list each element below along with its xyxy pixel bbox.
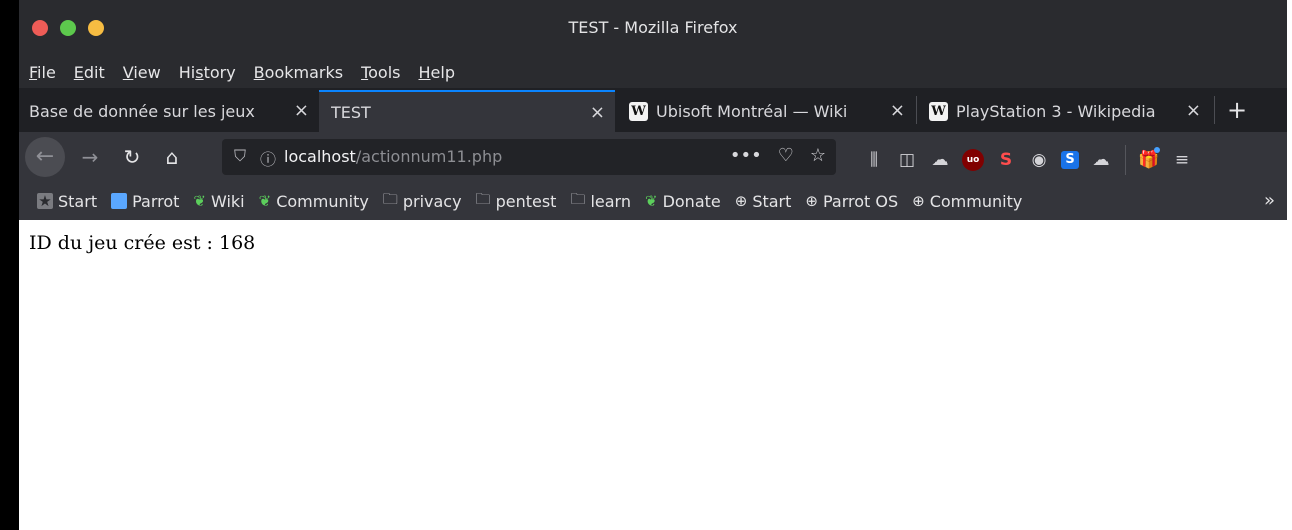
tab-label: Ubisoft Montréal — Wiki bbox=[656, 101, 848, 121]
menu-view[interactable]: View bbox=[123, 63, 161, 82]
close-tab-icon[interactable]: × bbox=[590, 102, 605, 123]
parrot-icon bbox=[111, 193, 128, 209]
arrow-right-icon: → bbox=[81, 145, 99, 169]
leaf-icon: ❦ bbox=[193, 192, 206, 210]
site-info-icon[interactable]: ⓘ bbox=[260, 146, 276, 170]
page-content: ID du jeu crée est : 168 bbox=[19, 220, 1287, 530]
library-icon[interactable]: ⫼ bbox=[863, 149, 885, 171]
navigation-toolbar: ← → ↻ ⌂ ⛉ ⓘ localhost/actionnum11.php ••… bbox=[19, 132, 1287, 182]
leaf-icon: ❦ bbox=[644, 192, 658, 210]
bookmark-wiki[interactable]: ❦ Wiki bbox=[193, 192, 244, 211]
extension-s-blue-icon[interactable]: S bbox=[1061, 151, 1079, 169]
bookmark-community[interactable]: ❦ Community bbox=[259, 192, 369, 211]
home-button[interactable]: ⌂ bbox=[157, 141, 187, 173]
globe-icon: ⊕ bbox=[734, 192, 748, 210]
tracking-shield-icon[interactable]: ⛉ bbox=[234, 146, 246, 166]
tab-separator bbox=[916, 96, 917, 124]
tab-separator bbox=[1214, 96, 1215, 124]
page-text: ID du jeu crée est : 168 bbox=[29, 232, 256, 254]
back-button[interactable]: ← bbox=[25, 137, 65, 177]
wikipedia-icon: W bbox=[929, 101, 948, 121]
browser-window: TEST - Mozilla Firefox File Edit View Hi… bbox=[19, 0, 1287, 530]
page-actions-icon[interactable]: ••• bbox=[730, 145, 762, 166]
url-host: localhost bbox=[284, 147, 356, 166]
bookmarks-overflow-chevron-icon[interactable]: » bbox=[1264, 190, 1275, 211]
bookmark-start-2[interactable]: ⊕ Start bbox=[735, 192, 792, 211]
bookmark-parrot-os[interactable]: ⊕ Parrot OS bbox=[805, 192, 898, 211]
bookmark-community-2[interactable]: ⊕ Community bbox=[912, 192, 1022, 211]
window-title: TEST - Mozilla Firefox bbox=[568, 18, 738, 37]
whats-new-gift-icon[interactable]: 🎁 bbox=[1138, 147, 1160, 171]
extension-mask-icon[interactable]: ☁ bbox=[929, 149, 951, 171]
bookmark-donate[interactable]: ❦ Donate bbox=[645, 192, 721, 211]
tab-label: Base de donnée sur les jeux bbox=[29, 101, 255, 121]
folder-icon: 🗀 bbox=[382, 189, 398, 208]
tab-strip: Base de donnée sur les jeux × TEST × W U… bbox=[19, 88, 1287, 132]
close-tab-icon[interactable]: × bbox=[1186, 100, 1201, 121]
url-bar[interactable]: ⛉ ⓘ localhost/actionnum11.php ••• ♡ ☆ bbox=[222, 139, 836, 175]
menu-bookmarks[interactable]: Bookmarks bbox=[254, 63, 343, 82]
bookmark-parrot[interactable]: Parrot bbox=[111, 192, 179, 211]
menu-tools[interactable]: Tools bbox=[361, 63, 400, 82]
desktop-edge bbox=[0, 0, 19, 530]
toolbar-icons: ⫼ ◫ ☁ uo S ◉ S ☁ 🎁 ≡ bbox=[863, 145, 1204, 175]
bookmark-folder-privacy[interactable]: 🗀 privacy bbox=[383, 189, 462, 214]
forward-button[interactable]: → bbox=[75, 141, 105, 173]
extension-circle-icon[interactable]: ◉ bbox=[1028, 149, 1050, 171]
bookmark-folder-pentest[interactable]: 🗀 pentest bbox=[476, 189, 557, 214]
reload-icon: ↻ bbox=[123, 145, 141, 169]
tab-label: PlayStation 3 - Wikipedia bbox=[956, 101, 1156, 121]
notification-dot bbox=[1154, 147, 1160, 153]
toolbar-separator bbox=[1125, 145, 1126, 175]
tab-base-de-donnee[interactable]: Base de donnée sur les jeux × bbox=[19, 90, 319, 132]
folder-icon: 🗀 bbox=[570, 189, 586, 208]
globe-icon: ⊕ bbox=[805, 192, 818, 210]
arrow-left-icon: ← bbox=[35, 144, 55, 169]
desktop-edge-right bbox=[1287, 0, 1292, 530]
globe-icon: ⊕ bbox=[912, 192, 925, 210]
menu-bar: File Edit View History Bookmarks Tools H… bbox=[19, 56, 1287, 88]
extension-mask-2-icon[interactable]: ☁ bbox=[1090, 149, 1112, 171]
home-icon: ⌂ bbox=[165, 145, 179, 169]
tab-ubisoft-montreal[interactable]: W Ubisoft Montréal — Wiki × bbox=[619, 90, 915, 132]
folder-icon: 🗀 bbox=[475, 189, 491, 208]
bookmark-folder-learn[interactable]: 🗀 learn bbox=[570, 189, 631, 214]
bookmark-star-icon[interactable]: ☆ bbox=[810, 145, 826, 166]
bookmarks-toolbar: ★ Start Parrot ❦ Wiki ❦ Community 🗀 privacy … bbox=[19, 182, 1287, 220]
leaf-icon: ❦ bbox=[258, 192, 272, 210]
extension-s-red-icon[interactable]: S bbox=[995, 149, 1017, 171]
title-bar: TEST - Mozilla Firefox bbox=[19, 0, 1287, 56]
sidebar-icon[interactable]: ◫ bbox=[896, 149, 918, 171]
star-box-icon: ★ bbox=[37, 192, 53, 210]
tab-playstation-3[interactable]: W PlayStation 3 - Wikipedia × bbox=[919, 90, 1211, 132]
tab-test-active[interactable]: TEST × bbox=[319, 90, 615, 132]
close-tab-icon[interactable]: × bbox=[294, 100, 309, 121]
close-tab-icon[interactable]: × bbox=[890, 100, 905, 121]
reload-button[interactable]: ↻ bbox=[117, 141, 147, 173]
menu-edit[interactable]: Edit bbox=[74, 63, 105, 82]
bookmark-start[interactable]: ★ Start bbox=[37, 192, 97, 211]
hamburger-menu-icon[interactable]: ≡ bbox=[1171, 149, 1193, 171]
url-text[interactable]: localhost/actionnum11.php bbox=[284, 147, 502, 166]
new-tab-button[interactable]: + bbox=[1222, 90, 1252, 132]
tab-label: TEST bbox=[331, 102, 371, 122]
menu-help[interactable]: Help bbox=[419, 63, 455, 82]
url-path: /actionnum11.php bbox=[355, 147, 503, 166]
pocket-icon[interactable]: ♡ bbox=[778, 145, 794, 166]
ublock-origin-icon[interactable]: uo bbox=[962, 149, 984, 171]
menu-file[interactable]: File bbox=[29, 63, 56, 82]
menu-history[interactable]: History bbox=[179, 63, 236, 82]
wikipedia-icon: W bbox=[629, 101, 648, 121]
url-actions: ••• ♡ ☆ bbox=[730, 145, 826, 166]
